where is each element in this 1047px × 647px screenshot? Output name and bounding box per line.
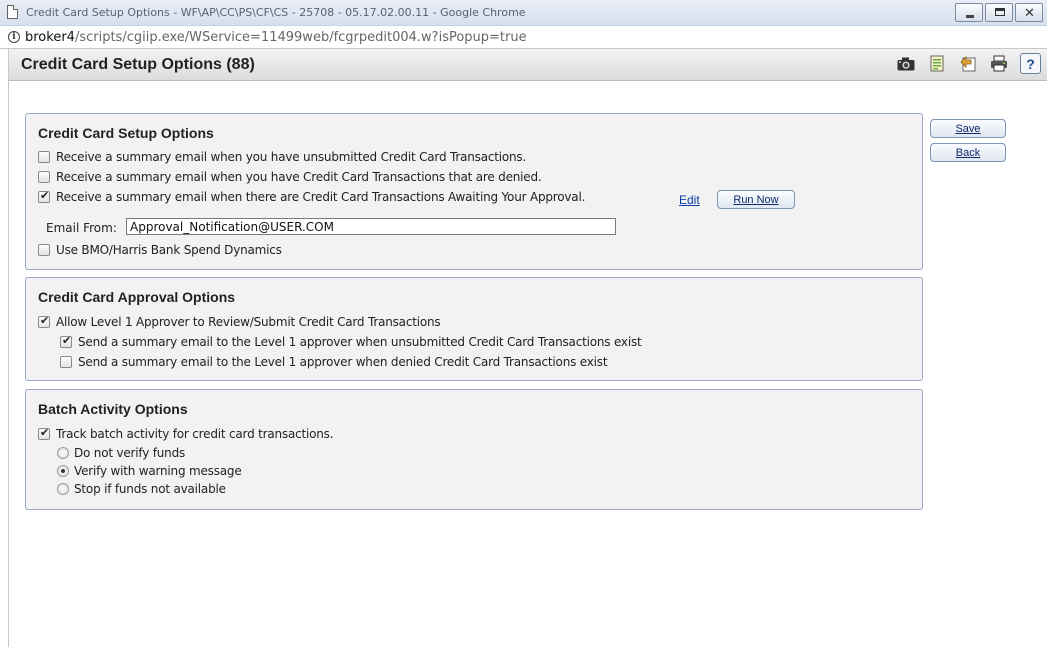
page-title: Credit Card Setup Options (88): [21, 56, 255, 73]
minimize-icon[interactable]: [955, 3, 983, 22]
print-icon[interactable]: [989, 54, 1008, 73]
save-button[interactable]: Save: [930, 119, 1006, 138]
option-label: Receive a summary email when you have Cr…: [56, 170, 542, 184]
page-icon: [7, 5, 18, 19]
window-title: Credit Card Setup Options - WF\AP\CC\PS\…: [26, 6, 526, 19]
radio-label: Verify with warning message: [74, 464, 242, 478]
verify-warning-radio[interactable]: [57, 465, 69, 477]
level1-unsubmitted-checkbox[interactable]: [60, 334, 72, 348]
email-from-input[interactable]: [126, 218, 616, 235]
notes-icon[interactable]: [927, 54, 946, 73]
level1-unsubmitted-option[interactable]: Send a summary email to the Level 1 appr…: [60, 334, 642, 349]
save-label: Save: [955, 122, 981, 135]
batch-activity-panel: Batch Activity Options Track batch activ…: [25, 389, 923, 510]
url-path: /scripts/cgiip.exe/WService=11499web/fcg…: [74, 30, 527, 45]
email-from-label: Email From:: [46, 221, 117, 235]
maximize-icon[interactable]: [985, 3, 1013, 22]
option-label: Receive a summary email when there are C…: [56, 190, 586, 204]
stop-funds-option[interactable]: Stop if funds not available: [57, 482, 226, 496]
option-label: Receive a summary email when you have un…: [56, 150, 527, 164]
content-area: Credit Card Setup Options Receive a summ…: [8, 81, 1047, 647]
app-header: Credit Card Setup Options (88) ?: [8, 49, 1047, 81]
url-host: broker4: [25, 30, 75, 45]
track-batch-label: Track batch activity for credit card tra…: [56, 427, 334, 441]
awaiting-approval-checkbox[interactable]: [38, 189, 50, 203]
option-label: Send a summary email to the Level 1 appr…: [78, 355, 608, 369]
address-bar[interactable]: i broker4/scripts/cgiip.exe/WService=114…: [0, 26, 1047, 49]
approval-options-title: Credit Card Approval Options: [38, 289, 236, 305]
allow-level1-checkbox[interactable]: [38, 314, 50, 328]
info-icon[interactable]: i: [8, 31, 20, 43]
unsubmitted-email-option[interactable]: Receive a summary email when you have un…: [38, 150, 526, 164]
back-button[interactable]: Back: [930, 143, 1006, 162]
run-now-label: Run Now: [733, 193, 779, 206]
edit-link[interactable]: Edit: [679, 193, 700, 207]
header-toolbar: ?: [896, 53, 1041, 74]
batch-activity-title: Batch Activity Options: [38, 401, 188, 417]
bmo-label: Use BMO/Harris Bank Spend Dynamics: [56, 243, 282, 257]
radio-label: Do not verify funds: [74, 446, 186, 460]
window-titlebar: Credit Card Setup Options - WF\AP\CC\PS\…: [0, 0, 1047, 26]
bmo-option[interactable]: Use BMO/Harris Bank Spend Dynamics: [38, 243, 282, 257]
track-batch-checkbox[interactable]: [38, 426, 50, 440]
stop-funds-radio[interactable]: [57, 483, 69, 495]
setup-options-title: Credit Card Setup Options: [38, 125, 214, 141]
denied-email-checkbox[interactable]: [38, 171, 50, 183]
denied-email-option[interactable]: Receive a summary email when you have Cr…: [38, 170, 542, 184]
back-label: Back: [955, 146, 981, 159]
approval-options-panel: Credit Card Approval Options Allow Level…: [25, 277, 923, 381]
bmo-checkbox[interactable]: [38, 244, 50, 256]
awaiting-approval-option[interactable]: Receive a summary email when there are C…: [38, 189, 586, 204]
camera-icon[interactable]: [896, 54, 915, 73]
window-controls: ✕: [955, 3, 1043, 22]
export-icon[interactable]: [958, 54, 977, 73]
no-verify-radio[interactable]: [57, 447, 69, 459]
level1-denied-checkbox[interactable]: [60, 356, 72, 368]
radio-label: Stop if funds not available: [74, 482, 226, 496]
run-now-button[interactable]: Run Now: [717, 190, 795, 209]
allow-level1-label: Allow Level 1 Approver to Review/Submit …: [56, 315, 441, 329]
close-icon[interactable]: ✕: [1015, 3, 1043, 22]
level1-denied-option[interactable]: Send a summary email to the Level 1 appr…: [60, 355, 608, 369]
help-icon[interactable]: ?: [1020, 53, 1041, 74]
no-verify-option[interactable]: Do not verify funds: [57, 446, 185, 460]
setup-options-panel: Credit Card Setup Options Receive a summ…: [25, 113, 923, 270]
allow-level1-option[interactable]: Allow Level 1 Approver to Review/Submit …: [38, 314, 441, 329]
track-batch-option[interactable]: Track batch activity for credit card tra…: [38, 426, 334, 441]
url-text[interactable]: broker4/scripts/cgiip.exe/WService=11499…: [25, 30, 527, 45]
verify-warning-option[interactable]: Verify with warning message: [57, 464, 242, 478]
unsubmitted-email-checkbox[interactable]: [38, 151, 50, 163]
option-label: Send a summary email to the Level 1 appr…: [78, 335, 642, 349]
